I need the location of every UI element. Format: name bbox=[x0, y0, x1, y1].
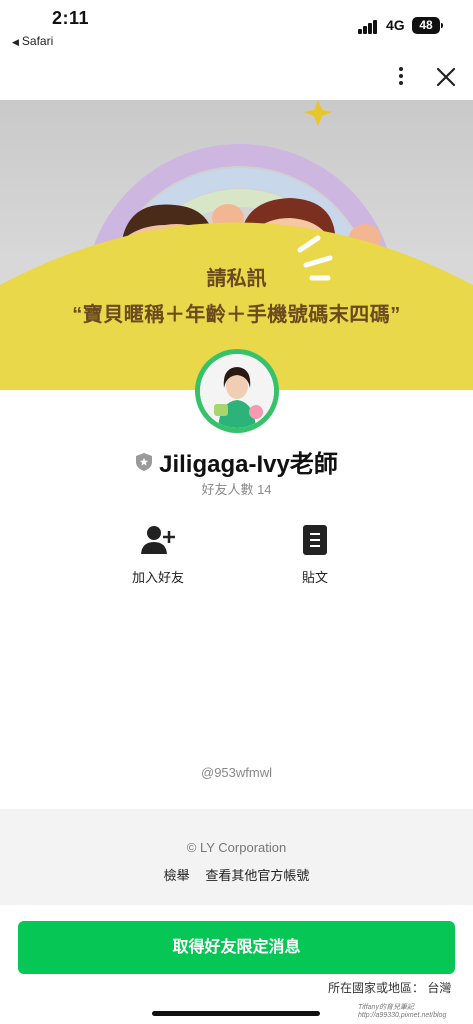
get-friend-only-news-button[interactable]: 取得好友限定消息 bbox=[18, 921, 455, 974]
friend-count: 好友人數 14 bbox=[201, 482, 272, 497]
back-app-label: Safari bbox=[21, 34, 54, 48]
other-official-accounts-link[interactable]: 查看其他官方帳號 bbox=[205, 868, 309, 883]
battery-tip bbox=[441, 23, 443, 28]
signal-icon bbox=[358, 20, 380, 34]
posts-label: 貼文 bbox=[301, 570, 328, 585]
posts-button[interactable]: 貼文 bbox=[265, 524, 365, 586]
close-button[interactable] bbox=[432, 63, 460, 91]
more-options-button[interactable] bbox=[391, 64, 411, 88]
avatar[interactable] bbox=[195, 349, 279, 433]
region-text: 所在國家或地區： 台灣 bbox=[328, 981, 452, 995]
shield-icon bbox=[136, 452, 153, 471]
close-icon bbox=[436, 67, 456, 87]
status-time: 2:11 bbox=[52, 8, 90, 28]
account-name: Jiligaga-Ivy老師 bbox=[159, 451, 338, 478]
copyright-text: © LY Corporation bbox=[186, 840, 287, 855]
battery-icon: 48 bbox=[412, 17, 440, 34]
account-name-row: Jiligaga-Ivy老師 bbox=[0, 444, 473, 479]
watermark: Tiffany的育兒筆記 http://a99330.pixnet.net/bl… bbox=[358, 1004, 447, 1019]
add-friend-button[interactable]: 加入好友 bbox=[108, 524, 208, 586]
footer-area bbox=[0, 809, 473, 905]
cover-illustration bbox=[0, 100, 473, 390]
add-friend-label: 加入好友 bbox=[131, 570, 184, 585]
report-link[interactable]: 檢舉 bbox=[164, 868, 190, 883]
back-to-safari-link[interactable]: ◀ Safari bbox=[12, 34, 53, 48]
home-indicator[interactable] bbox=[152, 1011, 320, 1016]
add-friend-icon bbox=[141, 526, 175, 554]
banner-subtitle: “寶貝暱稱＋年齡＋手機號碼末四碼” bbox=[72, 304, 401, 326]
avatar-photo bbox=[200, 354, 274, 428]
banner-title: 請私訊 bbox=[206, 268, 267, 290]
footer-links: 檢舉 查看其他官方帳號 bbox=[0, 865, 473, 884]
cover-banner bbox=[0, 100, 473, 390]
post-document-icon bbox=[303, 525, 327, 555]
back-arrow-icon: ◀ bbox=[12, 37, 19, 47]
network-type: 4G bbox=[386, 17, 405, 33]
account-handle: @953wfmwl bbox=[201, 765, 272, 780]
